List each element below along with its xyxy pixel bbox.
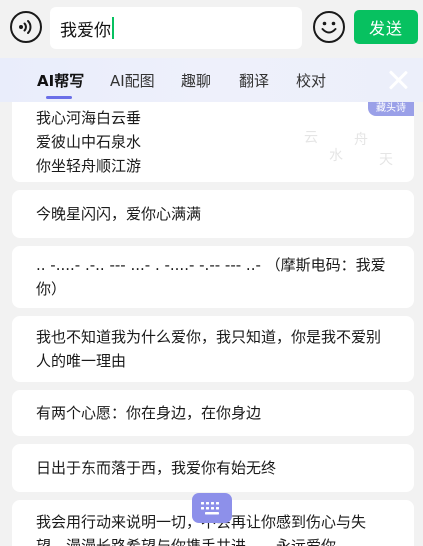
ai-tools-tabbar: AI帮写 AI配图 趣聊 翻译 校对 xyxy=(0,58,423,102)
input-bar: 我爱你 发送 xyxy=(0,0,423,58)
tab-ai-image[interactable]: AI配图 xyxy=(110,70,155,91)
suggestion-text: 日出于东而落于西，我爱你有始无终 xyxy=(36,459,277,477)
message-input-text: 我爱你 xyxy=(60,20,111,41)
svg-text:水: 水 xyxy=(329,148,343,164)
voice-input-button[interactable] xyxy=(10,11,42,43)
svg-text:天: 天 xyxy=(379,152,393,168)
suggestion-card[interactable]: 今晚星闪闪，爱你心满满 xyxy=(12,190,414,238)
svg-text:舟: 舟 xyxy=(354,132,368,148)
acrostic-badge: 藏头诗 xyxy=(368,102,414,116)
suggestion-text: 有两个心愿：你在身边，在你身边 xyxy=(36,404,262,422)
keyboard-toggle-button[interactable] xyxy=(192,493,232,523)
suggestion-card[interactable]: .. -....- .-.. --- ...- . -....- -.-- --… xyxy=(12,246,414,308)
tab-translate[interactable]: 翻译 xyxy=(239,70,269,91)
message-input[interactable]: 我爱你 xyxy=(50,7,302,49)
suggestion-card-acrostic[interactable]: 我心河海白云垂 爱彼山中石泉水 你坐轻舟顺江游 云 水 舟 天 藏头诗 xyxy=(12,102,414,182)
smiley-icon xyxy=(321,21,337,34)
suggestion-list[interactable]: 我心河海白云垂 爱彼山中石泉水 你坐轻舟顺江游 云 水 舟 天 藏头诗 今晚星闪… xyxy=(0,102,423,546)
svg-text:云: 云 xyxy=(304,130,318,146)
tab-proofread[interactable]: 校对 xyxy=(296,70,326,91)
voice-icon xyxy=(19,20,32,34)
tab-ai-write[interactable]: AI帮写 xyxy=(37,70,84,91)
suggestion-text: .. -....- .-.. --- ...- . -....- -.-- --… xyxy=(36,256,386,298)
suggestion-card[interactable]: 日出于东而落于西，我爱你有始无终 xyxy=(12,444,414,492)
keyboard-icon xyxy=(201,502,219,515)
send-button[interactable]: 发送 xyxy=(354,10,418,44)
text-caret xyxy=(112,17,114,39)
suggestion-text: 我也不知道我为什么爱你，我只知道，你是我不爱别人的唯一理由 xyxy=(36,328,382,370)
emoji-button[interactable] xyxy=(313,11,345,43)
close-icon[interactable] xyxy=(386,68,410,92)
suggestion-text: 今晚星闪闪，爱你心满满 xyxy=(36,205,202,223)
suggestion-card[interactable]: 我也不知道我为什么爱你，我只知道，你是我不爱别人的唯一理由 xyxy=(12,316,414,382)
poem-decoration-icon: 云 水 舟 天 xyxy=(304,130,393,168)
active-tab-indicator xyxy=(46,96,72,99)
tab-fun-chat[interactable]: 趣聊 xyxy=(181,70,211,91)
suggestion-text: 我心河海白云垂 爱彼山中石泉水 你坐轻舟顺江游 xyxy=(36,109,142,175)
suggestion-card[interactable]: 有两个心愿：你在身边，在你身边 xyxy=(12,390,414,436)
